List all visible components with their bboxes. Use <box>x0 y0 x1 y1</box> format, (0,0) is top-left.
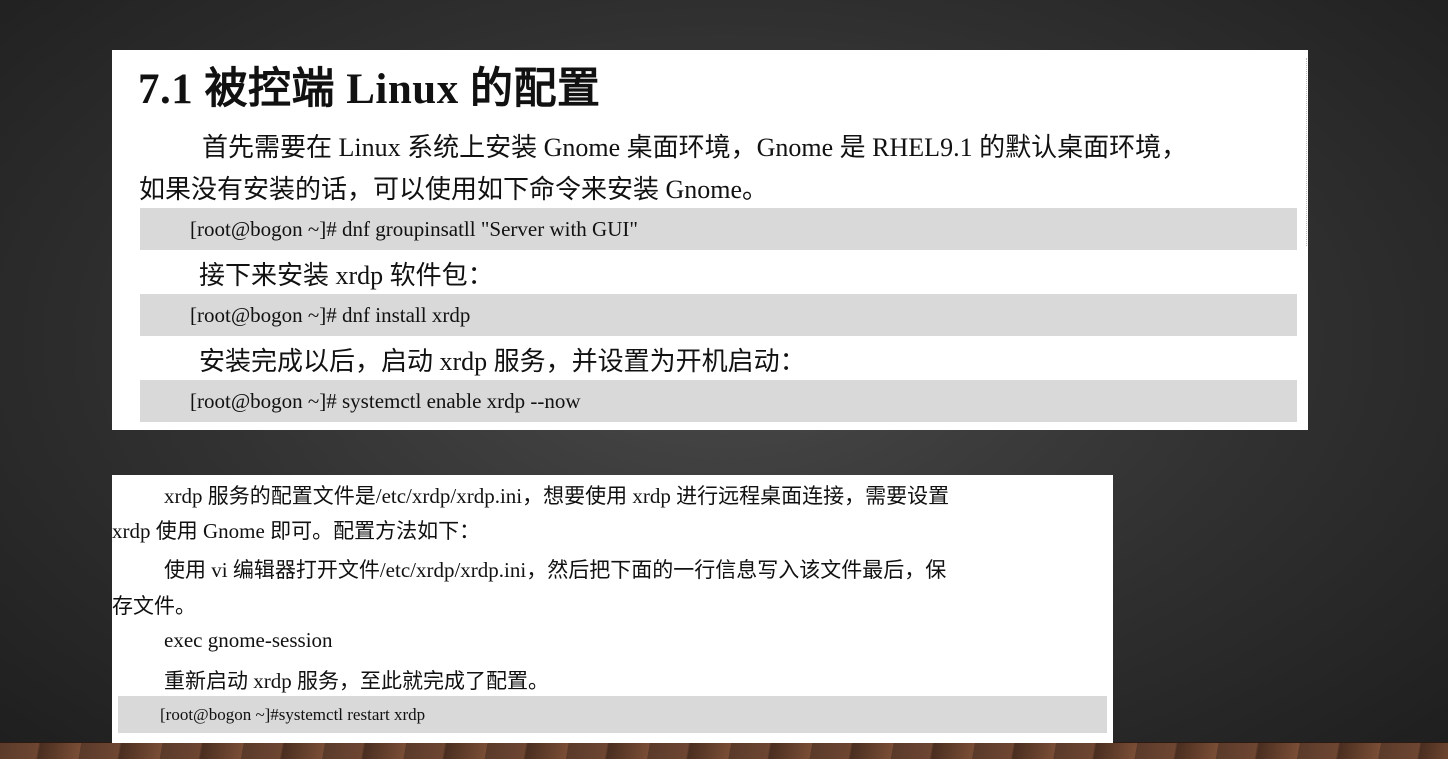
command-text: [root@bogon ~]#systemctl restart xrdp <box>160 705 426 724</box>
command-block-install-xrdp: [root@bogon ~]# dnf install xrdp <box>140 294 1297 336</box>
config-screenshot-panel-2: xrdp 服务的配置文件是/etc/xrdp/xrdp.ini，想要使用 xrd… <box>112 475 1113 743</box>
section-title: 7.1 被控端 Linux 的配置 <box>138 66 601 113</box>
command-text: [root@bogon ~]# dnf groupinsatll "Server… <box>190 217 638 241</box>
config-screenshot-panel-1: 7.1 被控端 Linux 的配置 首先需要在 Linux 系统上安装 Gnom… <box>112 50 1308 430</box>
panel-edge-marker <box>1306 58 1308 246</box>
config-line-exec: exec gnome-session <box>164 628 333 652</box>
command-block-groupinstall: [root@bogon ~]# dnf groupinsatll "Server… <box>140 208 1297 250</box>
paragraph-install-gnome-line1: 首先需要在 Linux 系统上安装 Gnome 桌面环境，Gnome 是 RHE… <box>202 133 1188 162</box>
paragraph-edit-file-line1: 使用 vi 编辑器打开文件/etc/xrdp/xrdp.ini，然后把下面的一行… <box>164 558 947 582</box>
paragraph-edit-file-line2: 存文件。 <box>112 594 196 618</box>
paragraph-config-file-line1: xrdp 服务的配置文件是/etc/xrdp/xrdp.ini，想要使用 xrd… <box>164 484 950 508</box>
wood-floor-decoration <box>0 742 1448 759</box>
command-block-restart-xrdp: [root@bogon ~]#systemctl restart xrdp <box>118 696 1107 733</box>
command-text: [root@bogon ~]# dnf install xrdp <box>190 303 471 327</box>
paragraph-install-gnome-line2: 如果没有安装的话，可以使用如下命令来安装 Gnome。 <box>139 175 769 204</box>
paragraph-install-xrdp: 接下来安装 xrdp 软件包： <box>199 261 494 290</box>
paragraph-restart: 重新启动 xrdp 服务，至此就完成了配置。 <box>164 669 549 693</box>
command-text: [root@bogon ~]# systemctl enable xrdp --… <box>190 389 581 413</box>
paragraph-enable-xrdp: 安装完成以后，启动 xrdp 服务，并设置为开机启动： <box>199 347 806 376</box>
command-block-enable-xrdp: [root@bogon ~]# systemctl enable xrdp --… <box>140 380 1297 422</box>
paragraph-config-file-line2: xrdp 使用 Gnome 即可。配置方法如下： <box>112 519 481 543</box>
